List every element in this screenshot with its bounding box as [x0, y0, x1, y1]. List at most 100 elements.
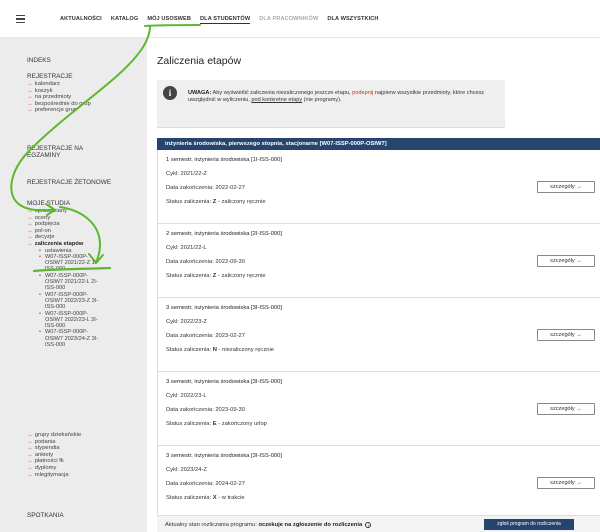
nav-item-4[interactable]: DLA PRACOWNIKÓW: [259, 16, 318, 24]
sidebar-subitem[interactable]: → sprawdziany: [27, 208, 98, 215]
details-button[interactable]: szczegóły →: [537, 255, 595, 267]
pod-konkretne-etapy-link[interactable]: pod konkretne etapy: [251, 97, 302, 103]
cykl-value: 2023/24-Z: [180, 467, 207, 473]
status-text: - zaliczony ręcznie: [216, 273, 266, 279]
status-text: - zaliczony ręcznie: [216, 199, 266, 205]
sidebar-subitem[interactable]: → ankiety: [27, 452, 81, 459]
zaliczenia-subitem-label: OSIW7 2021/22-Z 1I-: [45, 260, 99, 267]
arrow-right-icon: →: [27, 87, 33, 94]
zaliczenia-subitem-label: OSIW7 2022/23-L 3I-: [45, 316, 98, 323]
cykl-label: Cykl:: [166, 393, 179, 399]
sidebar-item-zaliczenia-etapow[interactable]: → zaliczenia etapów: [27, 241, 98, 248]
stage-data: Data zakończenia: 2024-02-27: [166, 481, 245, 487]
zaliczenia-subitem-label: W07-ISSP-000P-: [45, 272, 88, 279]
sidebar-subitem-label: grupy dziekańskie: [34, 432, 82, 438]
stage-card: 3 semestr, inżynieria środowiska [3I-ISS…: [157, 298, 600, 372]
data-label: Data zakończenia:: [166, 333, 214, 339]
sidebar-subitem[interactable]: → podania: [27, 439, 81, 446]
sidebar-subitem[interactable]: → kalendarz: [27, 81, 91, 88]
details-button[interactable]: szczegóły →: [537, 329, 595, 341]
sidebar-subitem-label: decyzje: [34, 234, 55, 241]
stage-card: 1 semestr, inżynieria środowiska [1I-ISS…: [157, 150, 600, 224]
sidebar-subitem[interactable]: → pol-on: [27, 228, 98, 235]
zaliczenia-subitem-label: W07-ISSP-000P-: [45, 253, 88, 260]
data-value: 2022-09-30: [215, 259, 245, 265]
submit-program-button[interactable]: zgłoś program do rozliczenia: [484, 519, 574, 530]
sidebar-subitem-label: pol-on: [34, 227, 51, 234]
sidebar-item-spotkania[interactable]: SPOTKANIA: [27, 512, 64, 519]
sidebar-subitem[interactable]: → na przedmioty: [27, 94, 91, 101]
sidebar-item-rejestracje-zetonowe[interactable]: REJESTRACJE ŻETONOWE: [27, 179, 111, 186]
status-text: - niezaliczony ręcznie: [216, 347, 274, 353]
cykl-value: 2021/22-L: [180, 245, 207, 251]
top-navigation: AKTUALNOŚCI KATALOG MÓJ USOSWEB DLA STUDENT…: [0, 0, 600, 38]
status-label: Aktualny stan rozliczania programu:: [165, 522, 259, 528]
sidebar-subitem[interactable]: → oceny: [27, 215, 98, 222]
sidebar-subitem-label: zaliczenia etapów: [34, 240, 84, 247]
stage-title: 3 semestr, inżynieria środowiska [3I-ISS…: [166, 453, 282, 459]
stage-cykl: Cykl: 2023/24-Z: [166, 467, 207, 473]
cykl-label: Cykl:: [166, 467, 179, 473]
zaliczenia-subitem-label: OSIW7 2023/24-Z 3I-: [45, 335, 99, 342]
zaliczenia-subitem-label: ISS-000: [45, 285, 66, 292]
sidebar-subitem[interactable]: → koszyk: [27, 88, 91, 95]
sidebar-subitem[interactable]: → grupy dziekańskie: [27, 432, 81, 439]
cykl-label: Cykl:: [166, 171, 179, 177]
zaliczenia-subitem-label: OSIW7 2021/22-L 2I-: [45, 279, 98, 286]
nav-item-1[interactable]: KATALOG: [111, 16, 139, 24]
details-button[interactable]: szczegóły →: [537, 181, 595, 193]
sidebar-subitem-label: preferencje grup: [34, 107, 78, 114]
stage-cykl: Cykl: 2021/22-L: [166, 245, 207, 251]
nav-item-2[interactable]: MÓJ USOSWEB: [147, 16, 191, 24]
hamburger-menu-icon[interactable]: [16, 15, 25, 23]
moje-studia-list: → sprawdziany → oceny → podpięcia → pol-on → decy…: [27, 208, 98, 348]
sidebar-subitem[interactable]: → podpięcia: [27, 221, 98, 228]
details-button[interactable]: szczegóły →: [537, 403, 595, 415]
sidebar-subitem-label: podania: [34, 438, 56, 445]
status-label: Status zaliczenia:: [166, 347, 212, 353]
sidebar-subitem[interactable]: → decyzje: [27, 234, 98, 241]
sidebar-subitem[interactable]: → stypendia: [27, 445, 81, 452]
stage-data: Data zakończenia: 2023-09-30: [166, 407, 245, 413]
sidebar-item-rejestracje[interactable]: REJESTRACJE: [27, 73, 72, 80]
nav-menu: AKTUALNOŚCI KATALOG MÓJ USOSWEB DLA STUDENT…: [60, 16, 379, 24]
arrow-right-icon: →: [27, 240, 33, 247]
data-label: Data zakończenia:: [166, 259, 214, 265]
arrow-right-icon: →: [27, 234, 33, 241]
sidebar-subitem[interactable]: → płatności fk: [27, 458, 81, 465]
stage-data: Data zakończenia: 2023-02-27: [166, 333, 245, 339]
sidebar-subitem[interactable]: → dyplomy: [27, 465, 81, 472]
arrow-right-icon: →: [27, 458, 33, 465]
sidebar-subitem-label: na przedmioty: [34, 94, 72, 101]
sidebar-subitem-label: kalendarz: [34, 81, 60, 87]
sidebar-subitem[interactable]: → preferencje grup: [27, 107, 91, 114]
info-circle-icon[interactable]: i: [365, 522, 372, 528]
sidebar-item-rejestracje-na-egzaminy[interactable]: REJESTRACJE NA EGZAMINY: [27, 145, 83, 159]
podepnij-link[interactable]: podepnij: [352, 90, 373, 96]
sidebar-item-moje-studia[interactable]: MOJE STUDIA: [27, 200, 70, 207]
arrow-right-icon: →: [27, 100, 33, 107]
nav-item-3[interactable]: DLA STUDENTÓW: [200, 16, 251, 24]
data-label: Data zakończenia:: [166, 481, 214, 487]
sidebar-subitem[interactable]: → bezpośrednie do grup: [27, 101, 91, 108]
info-warning-label: UWAGA:: [188, 90, 212, 96]
program-status-bar: Aktualny stan rozliczania programu: ocze…: [157, 515, 600, 532]
arrow-right-icon: →: [27, 214, 33, 221]
sidebar-subitem-label: oceny: [34, 214, 51, 221]
info-box: i UWAGA: Aby wyświetlić zaliczenia nieza…: [157, 80, 505, 128]
rejestracje-list: → kalendarz → koszyk → na przedmioty → bezpośre…: [27, 81, 91, 114]
arrow-right-icon: →: [27, 81, 33, 87]
zaliczenia-subitem[interactable]: ISS-000: [39, 342, 98, 348]
zaliczenia-sublist: • ustawienia • W07-ISSP-000P- OSIW7 2021/22-…: [39, 248, 98, 349]
more-studia-list: → grupy dziekańskie → podania → stypendia → ank…: [27, 432, 81, 478]
details-button[interactable]: szczegóły →: [537, 477, 595, 489]
zaliczenia-subitem-label: W07-ISSP-000P-: [45, 329, 88, 336]
stage-cykl: Cykl: 2022/23-L: [166, 393, 207, 399]
sidebar-subitem[interactable]: → mlegitymacja: [27, 472, 81, 479]
nav-item-0[interactable]: AKTUALNOŚCI: [60, 16, 102, 24]
stage-data: Data zakończenia: 2022-09-30: [166, 259, 245, 265]
data-label: Data zakończenia:: [166, 407, 214, 413]
sidebar-item-indeks[interactable]: INDEKS: [27, 57, 51, 64]
nav-item-5[interactable]: DLA WSZYSTKICH: [327, 16, 378, 24]
data-value: 2023-02-27: [215, 333, 245, 339]
